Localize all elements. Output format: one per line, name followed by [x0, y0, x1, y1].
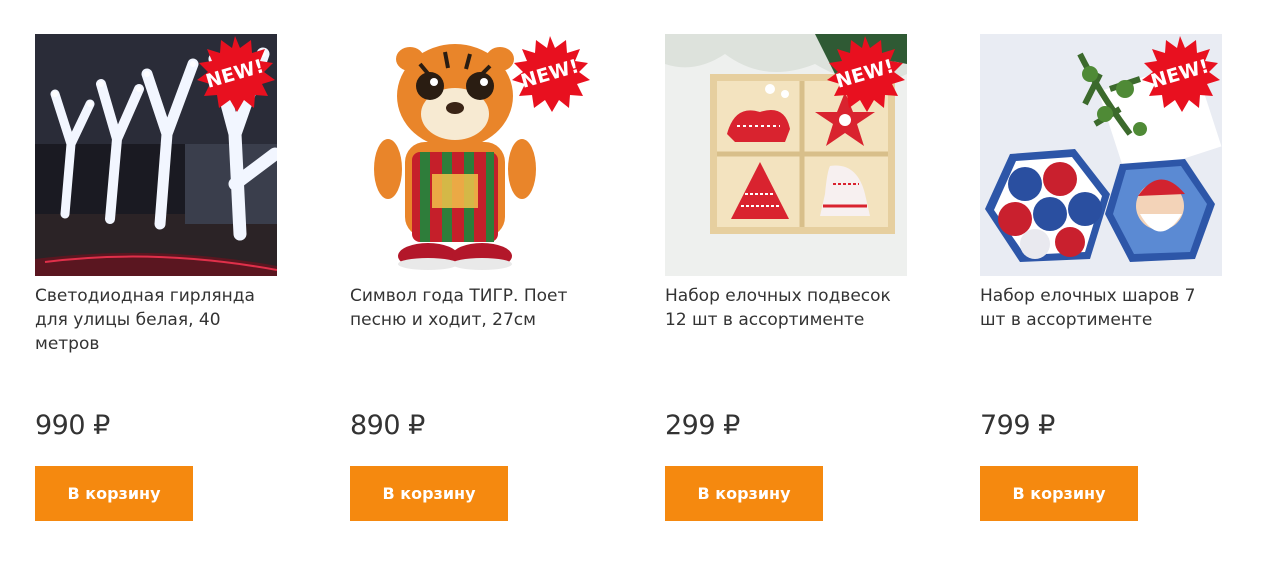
new-badge: NEW! [823, 34, 907, 114]
product-card: NEW! Набор елочных подвесок 12 шт в ассо… [665, 34, 908, 524]
product-price: 890 ₽ [350, 410, 425, 441]
product-price: 299 ₽ [665, 410, 740, 441]
product-title[interactable]: Светодиодная гирлянда для улицы белая, 4… [35, 284, 278, 356]
product-title[interactable]: Символ года ТИГР. Поет песню и ходит, 27… [350, 284, 593, 332]
new-badge: NEW! [508, 34, 592, 114]
add-to-cart-button[interactable]: В корзину [980, 466, 1138, 521]
product-title[interactable]: Набор елочных подвесок 12 шт в ассортиме… [665, 284, 908, 332]
add-to-cart-button[interactable]: В корзину [665, 466, 823, 521]
product-card: NEW! Набор елочных шаров 7 шт в ассортим… [980, 34, 1223, 524]
product-price: 990 ₽ [35, 410, 110, 441]
product-image-garland[interactable]: NEW! [35, 34, 277, 276]
product-price: 799 ₽ [980, 410, 1055, 441]
product-image-ornaments[interactable]: NEW! [665, 34, 907, 276]
product-image-tiger[interactable]: NEW! [350, 34, 592, 276]
new-badge: NEW! [1138, 34, 1222, 114]
add-to-cart-button[interactable]: В корзину [35, 466, 193, 521]
product-card: NEW! Символ года ТИГР. Поет песню и ходи… [350, 34, 593, 524]
product-image-baubles[interactable]: NEW! [980, 34, 1222, 276]
product-grid: NEW! Светодиодная гирлянда для улицы бел… [0, 0, 1280, 577]
product-title[interactable]: Набор елочных шаров 7 шт в ассортименте [980, 284, 1223, 332]
product-card: NEW! Светодиодная гирлянда для улицы бел… [35, 34, 278, 524]
add-to-cart-button[interactable]: В корзину [350, 466, 508, 521]
new-badge: NEW! [193, 34, 277, 114]
